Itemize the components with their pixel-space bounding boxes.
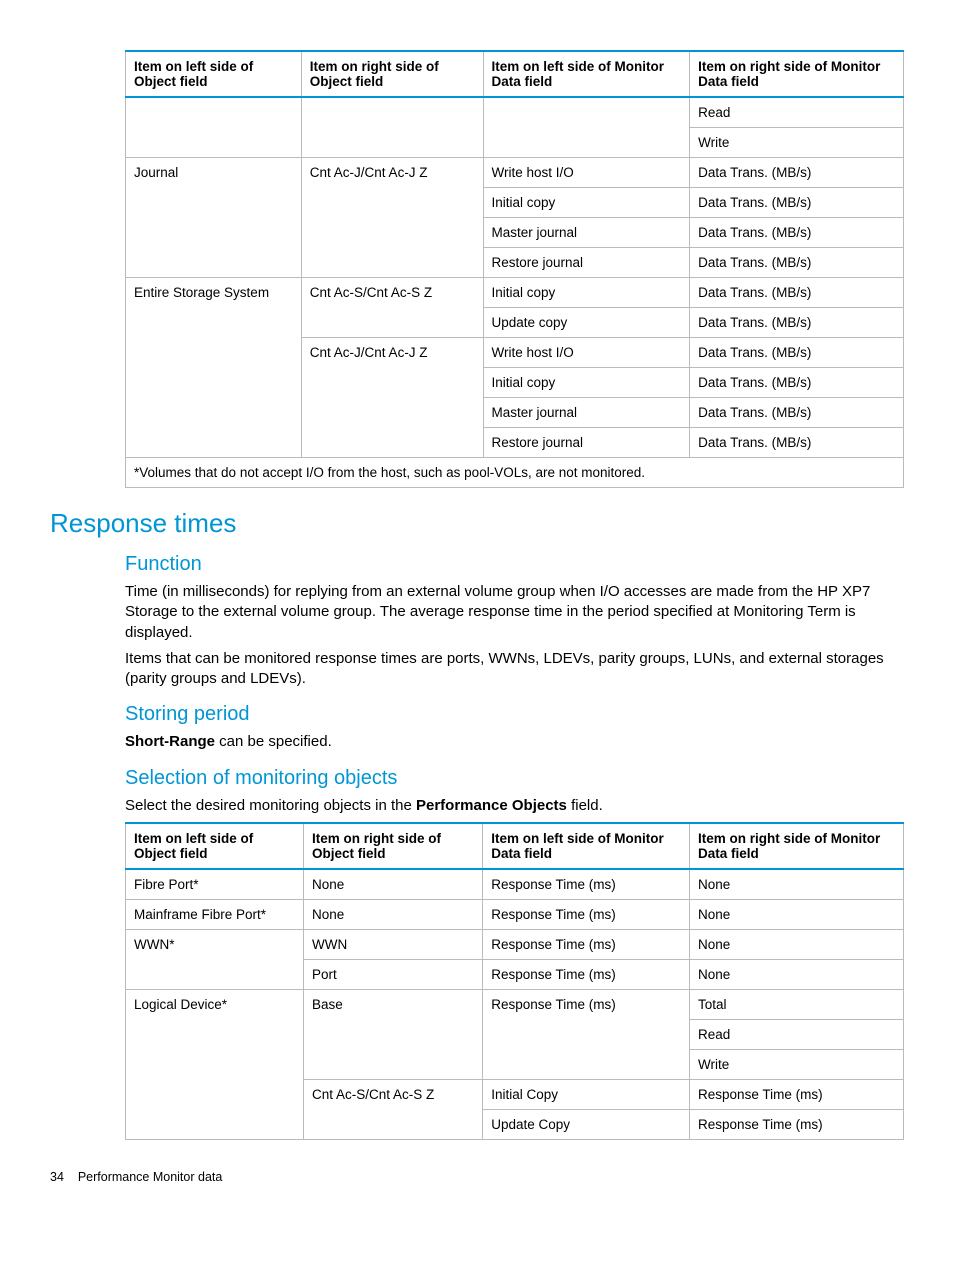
- bold-text: Performance Objects: [416, 797, 567, 814]
- paragraph: Items that can be monitored response tim…: [125, 649, 904, 690]
- subsection-heading-storing-period: Storing period: [125, 703, 904, 726]
- col-header: Item on left side of Object field: [126, 51, 302, 97]
- table-row: Read: [126, 97, 904, 128]
- col-header: Item on right side of Monitor Data field: [690, 823, 904, 869]
- text: Select the desired monitoring objects in…: [125, 797, 416, 814]
- table-row: Entire Storage System Cnt Ac-S/Cnt Ac-S …: [126, 278, 904, 308]
- subsection-heading-selection: Selection of monitoring objects: [125, 767, 904, 790]
- table-row: Fibre Port* None Response Time (ms) None: [126, 869, 904, 900]
- col-header: Item on right side of Object field: [301, 51, 483, 97]
- col-header: Item on right side of Monitor Data field: [690, 51, 904, 97]
- paragraph: Select the desired monitoring objects in…: [125, 796, 904, 816]
- paragraph: Time (in milliseconds) for replying from…: [125, 582, 904, 643]
- table-row: WWN* WWN Response Time (ms) None: [126, 929, 904, 959]
- table-row: Journal Cnt Ac-J/Cnt Ac-J Z Write host I…: [126, 158, 904, 188]
- section-heading-response-times: Response times: [50, 508, 904, 539]
- col-header: Item on left side of Monitor Data field: [483, 823, 690, 869]
- page-number: 34: [50, 1170, 64, 1184]
- table-response-times: Item on left side of Object field Item o…: [125, 822, 904, 1140]
- table-footnote: *Volumes that do not accept I/O from the…: [126, 458, 904, 488]
- col-header: Item on left side of Object field: [126, 823, 304, 869]
- table-row: Logical Device* Base Response Time (ms) …: [126, 989, 904, 1019]
- footer-title: Performance Monitor data: [78, 1170, 223, 1184]
- paragraph: Short-Range can be specified.: [125, 732, 904, 752]
- text: field.: [567, 797, 603, 814]
- table-row: Mainframe Fibre Port* None Response Time…: [126, 899, 904, 929]
- text: can be specified.: [215, 733, 332, 750]
- subsection-heading-function: Function: [125, 553, 904, 576]
- page-footer: 34 Performance Monitor data: [50, 1170, 904, 1184]
- col-header: Item on right side of Object field: [303, 823, 482, 869]
- table-continuation: Item on left side of Object field Item o…: [125, 50, 904, 488]
- bold-text: Short-Range: [125, 733, 215, 750]
- col-header: Item on left side of Monitor Data field: [483, 51, 690, 97]
